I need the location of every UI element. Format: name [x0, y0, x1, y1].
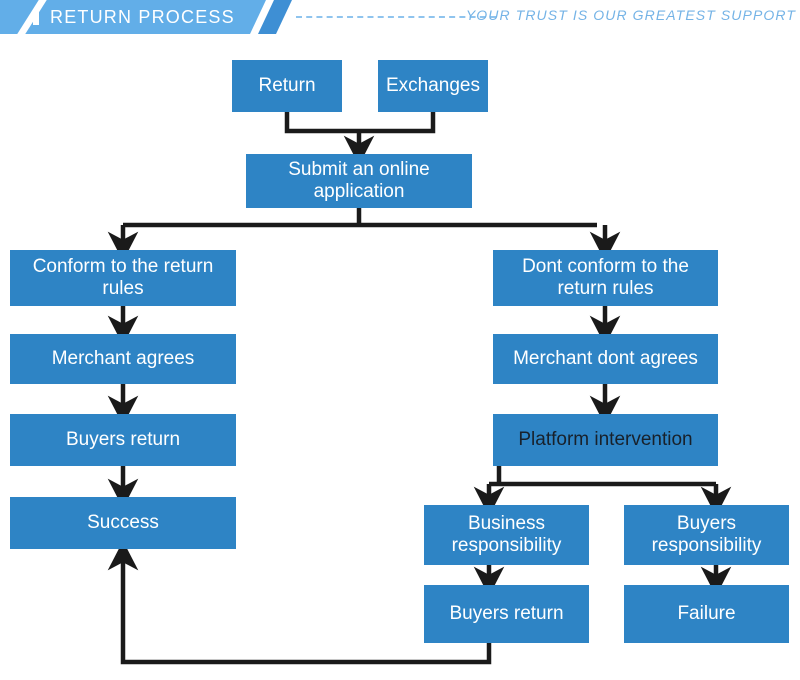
node-return[interactable]: Return: [232, 60, 342, 112]
edge-submit-split: [123, 208, 597, 228]
node-merchant-dont-agrees[interactable]: Merchant dont agrees: [493, 334, 718, 384]
node-buyers-return-left[interactable]: Buyers return: [10, 414, 236, 466]
node-label: Merchant dont agrees: [513, 348, 698, 369]
node-merchant-agrees[interactable]: Merchant agrees: [10, 334, 236, 384]
node-exchanges[interactable]: Exchanges: [378, 60, 488, 112]
node-label: Platform intervention: [518, 429, 693, 450]
node-label: Business responsibility: [451, 513, 562, 556]
node-label: Submit an online application: [288, 159, 430, 202]
node-buyers-return-right[interactable]: Buyers return: [424, 585, 589, 643]
node-dont-conform-to-return-rules[interactable]: Dont conform to the return rules: [493, 250, 718, 306]
node-label: Buyers responsibility: [651, 513, 762, 556]
node-platform-intervention[interactable]: Platform intervention: [493, 414, 718, 466]
node-success[interactable]: Success: [10, 497, 236, 549]
node-label: Success: [87, 512, 159, 533]
flowchart: Return Exchanges Submit an online applic…: [0, 0, 800, 680]
node-label: Failure: [677, 603, 736, 624]
edge-return-to-submit: [284, 112, 359, 134]
node-label: Exchanges: [385, 75, 480, 96]
node-label: Dont conform to the return rules: [522, 256, 689, 299]
node-label: Conform to the return rules: [32, 256, 214, 299]
edge-platform-split: [489, 466, 716, 487]
node-label: Buyers return: [449, 603, 564, 624]
node-conform-to-return-rules[interactable]: Conform to the return rules: [10, 250, 236, 306]
node-buyers-responsibility[interactable]: Buyers responsibility: [624, 505, 789, 565]
node-label: Return: [258, 75, 316, 96]
edge-exchanges-to-submit: [359, 112, 436, 134]
node-label: Buyers return: [65, 429, 181, 450]
node-failure[interactable]: Failure: [624, 585, 789, 643]
node-business-responsibility[interactable]: Business responsibility: [424, 505, 589, 565]
node-submit-online-application[interactable]: Submit an online application: [246, 154, 472, 208]
node-label: Merchant agrees: [51, 348, 195, 369]
